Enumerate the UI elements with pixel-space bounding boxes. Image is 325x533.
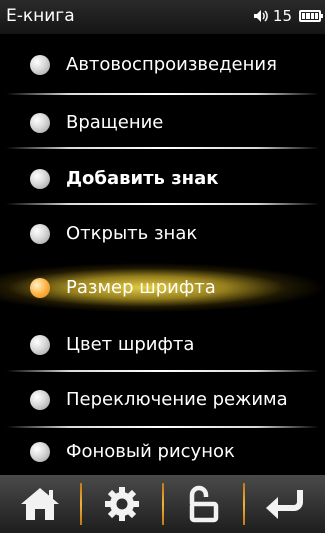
bullet-icon bbox=[30, 441, 50, 462]
menu-item-label: Размер шрифта bbox=[66, 277, 216, 298]
menu-item-label: Автовоспроизведения bbox=[66, 54, 277, 75]
bullet-icon bbox=[30, 334, 50, 355]
menu-item-rotation[interactable]: Вращение bbox=[0, 95, 325, 150]
bullet-icon bbox=[30, 223, 50, 244]
status-indicators: 15 bbox=[253, 7, 323, 25]
lock-icon bbox=[183, 484, 223, 524]
bullet-icon bbox=[30, 389, 50, 410]
bullet-icon bbox=[30, 112, 50, 133]
status-bar: Е-книга 15 bbox=[0, 0, 325, 34]
menu-item-label: Цвет шрифта bbox=[66, 334, 195, 355]
volume-level: 15 bbox=[272, 7, 292, 25]
menu-item-label: Фоновый рисунок bbox=[66, 441, 235, 462]
bullet-icon bbox=[30, 168, 50, 189]
divider bbox=[6, 203, 319, 205]
menu-item-open-bookmark[interactable]: Открыть знак bbox=[0, 206, 325, 261]
menu-item-autoplay[interactable]: Автовоспроизведения bbox=[0, 37, 325, 92]
menu-item-label: Переключение режима bbox=[66, 389, 288, 410]
back-button[interactable] bbox=[245, 475, 325, 533]
back-arrow-icon bbox=[262, 486, 308, 522]
app-title: Е-книга bbox=[6, 6, 75, 26]
battery-icon bbox=[299, 10, 323, 22]
home-icon bbox=[18, 485, 62, 523]
lock-button[interactable] bbox=[164, 475, 244, 533]
menu-item-add-bookmark[interactable]: Добавить знак bbox=[0, 151, 325, 206]
menu-item-background[interactable]: Фоновый рисунок bbox=[0, 424, 325, 479]
home-button[interactable] bbox=[0, 475, 80, 533]
bottom-toolbar bbox=[0, 475, 325, 533]
menu-item-font-color[interactable]: Цвет шрифта bbox=[0, 317, 325, 372]
bullet-icon bbox=[30, 54, 50, 75]
menu-item-switch-mode[interactable]: Переключение режима bbox=[0, 372, 325, 427]
divider bbox=[6, 147, 319, 149]
settings-menu: Автовоспроизведения Вращение Добавить зн… bbox=[0, 34, 325, 475]
gear-icon bbox=[102, 484, 142, 524]
menu-item-label: Вращение bbox=[66, 112, 164, 133]
menu-item-font-size[interactable]: Размер шрифта bbox=[0, 260, 325, 315]
bullet-icon bbox=[30, 277, 50, 298]
settings-button[interactable] bbox=[82, 475, 162, 533]
menu-item-label: Добавить знак bbox=[66, 168, 219, 189]
menu-item-label: Открыть знак bbox=[66, 223, 198, 244]
speaker-icon bbox=[253, 9, 269, 23]
